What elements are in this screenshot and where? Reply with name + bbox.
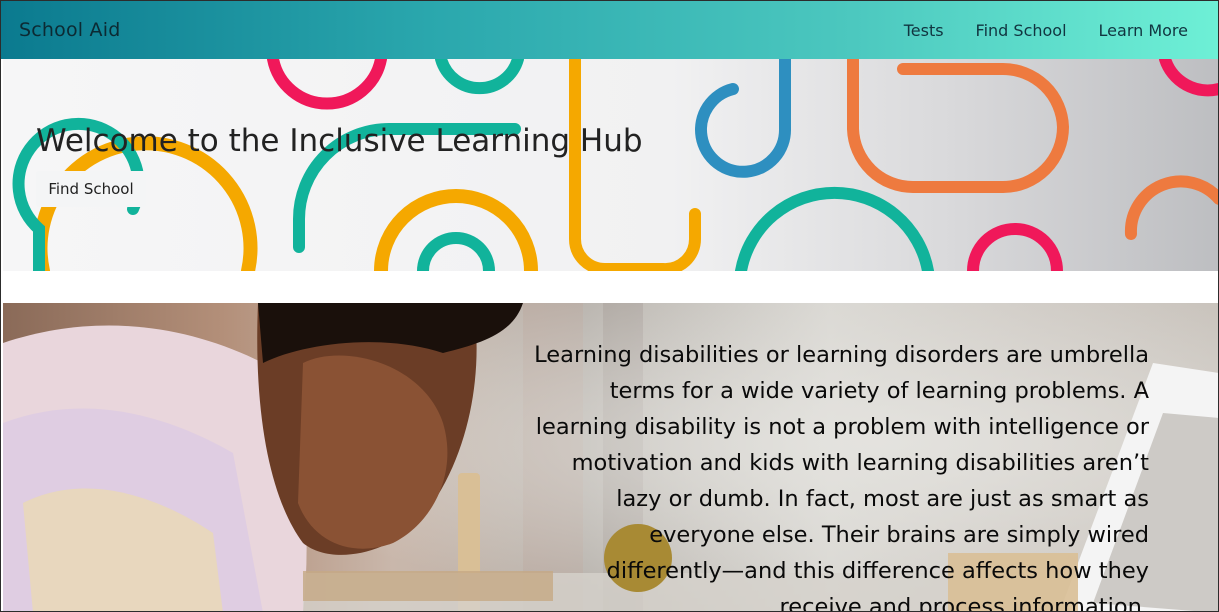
info-section: Learning disabilities or learning disord…: [3, 303, 1218, 612]
pattern-pink-top-right-arc: [1159, 59, 1218, 97]
nav-link-learn-more[interactable]: Learn More: [1099, 21, 1188, 40]
hero-banner: Welcome to the Inclusive Learning Hub Fi…: [3, 59, 1218, 271]
nav-link-tests[interactable]: Tests: [904, 21, 944, 40]
pattern-yellow-arc: [33, 136, 258, 271]
page-frame: School Aid Tests Find School Learn More: [0, 0, 1219, 612]
pattern-teal-bottom-arch: [735, 186, 934, 271]
pattern-orange-right-arc: [1124, 175, 1218, 240]
nav-links: Tests Find School Learn More: [904, 21, 1188, 40]
pattern-orange-rounded: [847, 59, 1070, 193]
pattern-yellow-u: [569, 59, 702, 271]
pattern-blue-hook: [695, 59, 792, 178]
find-school-button[interactable]: Find School: [36, 171, 146, 207]
hero-title: Welcome to the Inclusive Learning Hub: [36, 123, 643, 159]
pattern-teal-top-arc: [435, 59, 524, 95]
brand-logo-link[interactable]: School Aid: [19, 19, 120, 41]
pattern-pink-bottom-arc: [967, 223, 1063, 271]
pattern-teal-small-arch: [417, 232, 495, 271]
decorative-pattern: [12, 59, 1218, 271]
nav-link-find-school[interactable]: Find School: [976, 21, 1067, 40]
learning-disabilities-description: Learning disabilities or learning disord…: [534, 342, 1149, 612]
pattern-pink-top-arc: [267, 59, 387, 110]
section-divider: [3, 271, 1218, 303]
navbar: School Aid Tests Find School Learn More: [1, 1, 1218, 59]
